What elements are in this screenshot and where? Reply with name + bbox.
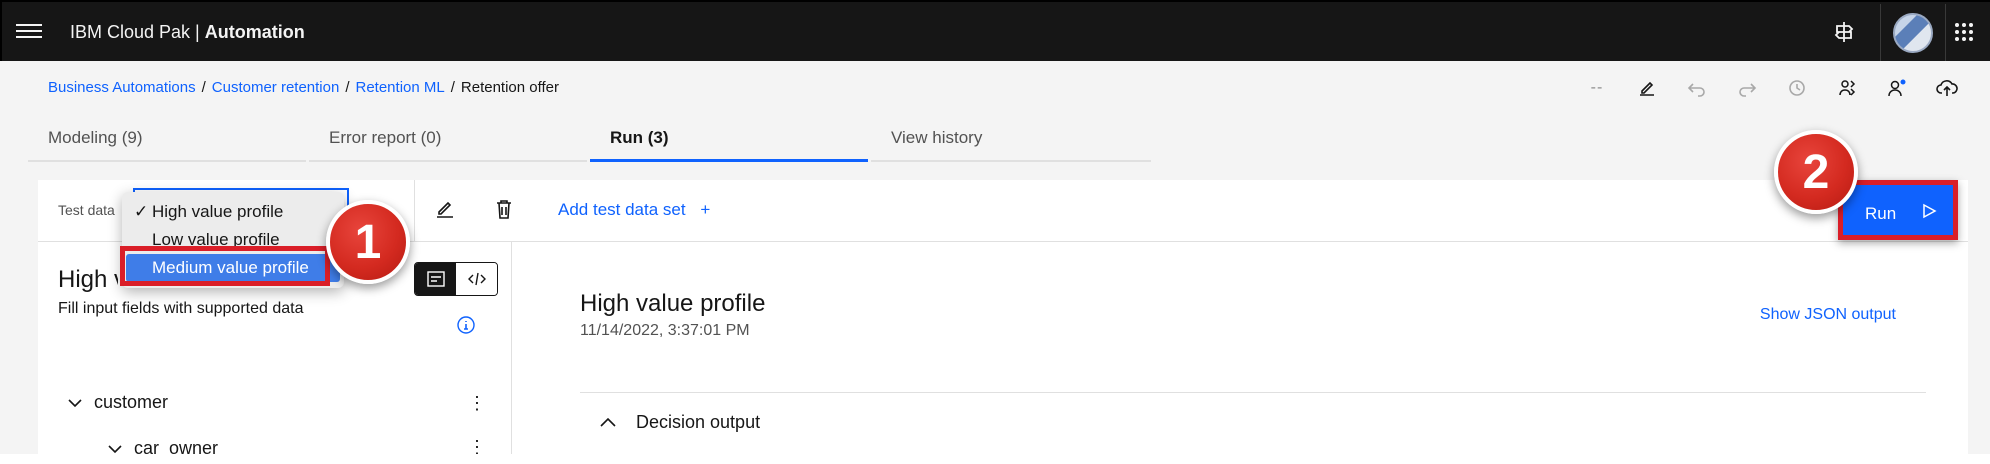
dash-label: -- (1590, 79, 1604, 96)
test-data-label: Test data (58, 202, 115, 218)
breadcrumb-current: Retention offer (460, 79, 560, 96)
breadcrumb-link-business-automations[interactable]: Business Automations (48, 79, 196, 96)
overflow-menu-icon[interactable]: ⋮ (468, 394, 486, 412)
plus-icon: + (700, 200, 711, 219)
signpost-icon[interactable] (1828, 16, 1860, 48)
run-button[interactable]: Run (1838, 180, 1958, 240)
divider (414, 180, 415, 242)
user-avatar-button[interactable] (1880, 4, 1946, 62)
output-panel-title: High value profile (580, 290, 766, 317)
user-notification-icon[interactable] (1880, 71, 1914, 105)
add-test-data-set-label: Add test data set (558, 200, 686, 219)
bottom-strip (0, 454, 1990, 464)
menu-icon[interactable] (16, 20, 42, 44)
breadcrumb-separator: / (450, 79, 455, 96)
brand-prefix: IBM Cloud Pak | (70, 22, 205, 42)
decision-output-accordion[interactable]: Decision output (580, 412, 760, 433)
play-icon (1921, 203, 1937, 224)
tab-bar: Modeling (9) Error report (0) Run (3) Vi… (0, 116, 1990, 162)
edit-test-data-icon[interactable] (434, 198, 458, 222)
upload-icon[interactable] (1930, 71, 1964, 105)
tree-node-label: customer (94, 392, 169, 412)
breadcrumb-link-customer-retention[interactable]: Customer retention (212, 79, 340, 96)
overflow-menu-icon[interactable]: ⋮ (468, 438, 486, 454)
tree-node-car-owner[interactable]: car_owner (108, 438, 218, 454)
code-view-icon[interactable] (456, 263, 497, 295)
input-mode-toggle[interactable] (414, 262, 498, 296)
history-icon[interactable] (1780, 71, 1814, 105)
undo-icon[interactable] (1680, 71, 1714, 105)
run-timestamp: 11/14/2022, 3:37:01 PM (580, 322, 750, 339)
status-dash: -- (1580, 71, 1614, 105)
screenshot-frame: IBM Cloud Pak | Automation Business Auto… (0, 0, 1990, 464)
output-panel: High value profile 11/14/2022, 3:37:01 P… (512, 242, 1968, 454)
step-badge-1: 1 (326, 200, 410, 284)
chevron-down-icon (108, 438, 122, 454)
run-button-label: Run (1865, 204, 1897, 223)
avatar (1893, 13, 1933, 53)
highlight-box-medium-value (120, 246, 330, 286)
share-icon[interactable] (1830, 71, 1864, 105)
divider (580, 392, 1926, 393)
breadcrumb-separator: / (201, 79, 206, 96)
edit-icon[interactable] (1630, 71, 1664, 105)
checkmark-icon: ✓ (134, 202, 149, 221)
delete-test-data-icon[interactable] (493, 198, 517, 222)
dropdown-option-label: High value profile (152, 202, 284, 221)
breadcrumb-link-retention-ml[interactable]: Retention ML (356, 79, 445, 96)
form-view-icon[interactable] (415, 263, 456, 295)
redo-icon[interactable] (1730, 71, 1764, 105)
tab-view-history[interactable]: View history (871, 116, 1151, 162)
step-badge-2: 2 (1774, 130, 1858, 214)
app-switcher-icon[interactable] (1948, 16, 1980, 48)
dropdown-option-high-value[interactable]: ✓ High value profile (122, 198, 344, 226)
tab-modeling[interactable]: Modeling (9) (28, 116, 306, 162)
tab-error-report[interactable]: Error report (0) (309, 116, 587, 162)
info-icon[interactable] (456, 315, 476, 335)
add-test-data-set-link[interactable]: Add test data set + (558, 200, 710, 220)
input-panel-title: High value profile (58, 266, 118, 293)
breadcrumb-separator: / (345, 79, 350, 96)
app-title: IBM Cloud Pak | Automation (70, 22, 305, 43)
tree-node-label: car_owner (134, 438, 219, 454)
chevron-up-icon (600, 412, 616, 433)
decision-output-label: Decision output (636, 412, 761, 432)
show-json-output-link[interactable]: Show JSON output (1760, 306, 1896, 324)
chevron-down-icon (68, 392, 82, 413)
tree-node-customer[interactable]: customer (68, 392, 168, 413)
tab-run[interactable]: Run (3) (590, 116, 868, 162)
app-window: IBM Cloud Pak | Automation Business Auto… (0, 0, 1990, 454)
top-navigation-bar: IBM Cloud Pak | Automation (0, 0, 1990, 62)
input-panel-subtitle: Fill input fields with supported data (58, 300, 304, 317)
brand-name: Automation (204, 22, 305, 42)
breadcrumb-bar: Business Automations / Customer retention /… (0, 61, 1990, 116)
breadcrumb: Business Automations / Customer retention /… (48, 79, 559, 96)
